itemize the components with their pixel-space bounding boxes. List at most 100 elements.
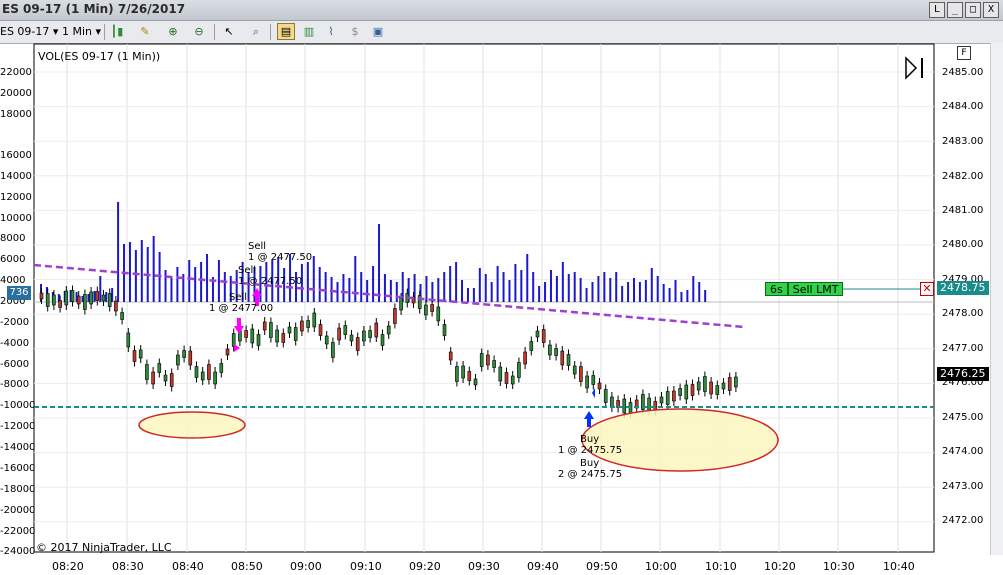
candle-body [126,332,131,348]
candle-body [473,378,478,386]
candle-body [281,333,286,343]
cancel-order-icon[interactable]: ✕ [920,282,934,296]
candle-body [529,341,534,351]
candle-body [188,350,193,366]
candle-body [486,354,490,366]
plot-area [33,43,935,553]
candle-body [504,372,509,384]
volume-bar [644,280,647,302]
candle-body [145,364,149,380]
time-axis-label: 10:30 [823,560,855,573]
candle-body [362,330,366,342]
candle-body [300,320,304,332]
volume-bar [206,254,209,302]
candle-body [132,350,137,362]
time-axis-label: 10:20 [764,560,796,573]
candle-body [176,354,180,366]
volume-bar [633,278,635,302]
volume-bar [520,270,523,302]
candle-body [324,335,329,345]
volume-bar [692,276,695,302]
volume-axis-label: 6000 [0,254,26,265]
time-axis-label: 09:00 [290,560,322,573]
volume-axis-label: 12000 [0,192,32,203]
candle-body [70,290,75,302]
volume-bar [383,274,386,302]
volume-bar [366,280,369,302]
candle-body [343,325,348,335]
sell-limit-order[interactable]: 6s Sell LMT [765,282,844,296]
candle-body [696,381,701,391]
price-axis-label: 2478.00 [942,308,984,319]
order-timer: 6s [765,282,788,296]
volume-bar [621,286,624,302]
candle-body [225,348,230,356]
price-axis-label: 2473.00 [942,481,984,492]
candle-body [492,360,496,368]
volume-bar [330,277,333,302]
price-axis-label: 2482.00 [942,171,984,182]
volume-bar [478,268,481,302]
volume-panel-label: VOL(ES 09-17 (1 Min)) [38,50,161,63]
volume-bar [615,272,618,302]
volume-bar [170,277,173,302]
time-axis-label: 10:10 [705,560,737,573]
candle-body [89,291,93,305]
candle-body [603,389,608,403]
candle-body [535,330,540,338]
candle-body [52,294,56,306]
candle-body [200,371,205,381]
time-axis-label: 08:20 [52,560,84,573]
candle-body [672,390,676,402]
candle-body [306,320,310,328]
candle-body [430,304,434,312]
volume-bar [567,274,570,302]
volume-bar [200,262,203,302]
candle-body [95,291,100,301]
volume-bar [680,292,683,302]
volume-bar [348,278,351,302]
candle-body [498,366,503,382]
candle-body [120,312,124,320]
volume-bar [585,288,588,302]
volume-bar [704,290,707,302]
candle-body [579,366,583,382]
candle-body [58,300,62,308]
volume-bar [502,272,505,302]
volume-bar [526,254,529,302]
candle-body [207,364,211,380]
candle-body [380,334,385,346]
volume-bar [194,267,197,302]
candle-body [337,327,341,341]
volume-bar [437,278,440,302]
candle-body [610,396,614,408]
candle-body [703,376,707,392]
volume-axis-label: -22000 [0,526,36,537]
volume-bar [638,282,641,302]
volume-axis-label: 8000 [0,233,26,244]
candle-body [560,350,565,366]
volume-bar [668,288,671,302]
vertical-scrollbar[interactable] [990,43,1003,555]
volume-axis-label: -10000 [0,400,36,411]
volume-axis-label: -8000 [0,379,30,390]
candle-body [114,300,118,312]
candle-body [318,324,323,336]
sell-annotation: Sell 1 @ 2477.00 [209,292,274,314]
candle-body [250,328,255,344]
volume-bar [484,274,487,302]
candle-body [517,362,521,378]
time-axis-label: 08:30 [112,560,144,573]
candle-body [39,292,44,300]
price-axis-label: 2475.00 [942,412,984,423]
candle-body [393,308,397,324]
price-chart[interactable] [0,0,1003,575]
candle-body [442,324,447,336]
volume-bar [117,202,120,302]
time-axis-label: 10:40 [883,560,915,573]
volume-axis-label: -4000 [0,338,30,349]
candle-body [83,294,87,310]
candle-body [572,365,577,375]
candle-body [244,330,248,338]
candle-body [182,350,186,358]
